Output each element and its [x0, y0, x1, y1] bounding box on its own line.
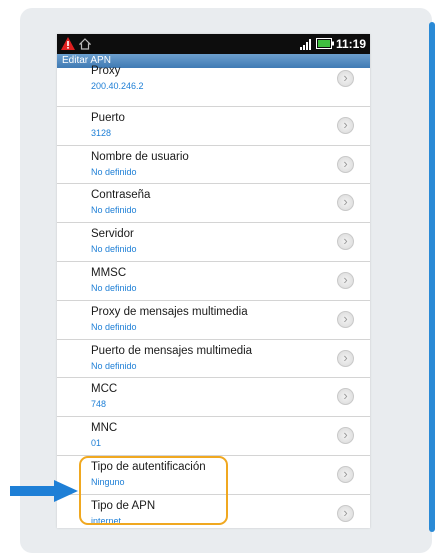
list-item-mnc[interactable]: MNC 01 ›	[57, 417, 370, 456]
chevron-right-icon: ›	[337, 388, 354, 406]
row-value: No definido	[91, 360, 137, 371]
home-icon	[79, 38, 91, 50]
row-value: No definido	[91, 205, 137, 216]
chevron-right-icon: ›	[337, 349, 354, 367]
list-item-mms-proxy[interactable]: Proxy de mensajes multimedia No definido…	[57, 301, 370, 340]
signal-icon	[300, 39, 311, 50]
pointer-arrow-icon	[10, 480, 78, 502]
row-value: No definido	[91, 282, 137, 293]
row-title: MNC	[91, 422, 118, 435]
card-edge-accent	[429, 22, 435, 532]
row-title: MCC	[91, 383, 118, 396]
status-clock: 11:19	[336, 37, 367, 51]
phone-screen: 11:19 Editar APN Proxy 200.40.246.2 › Pu…	[57, 34, 370, 528]
list-item-proxy[interactable]: Proxy 200.40.246.2 ›	[57, 65, 370, 107]
chevron-right-icon: ›	[337, 310, 354, 328]
chevron-right-icon: ›	[337, 194, 354, 212]
list-item-username[interactable]: Nombre de usuario No definido ›	[57, 146, 370, 185]
row-title: Proxy de mensajes multimedia	[91, 305, 248, 318]
row-value: 01	[91, 438, 102, 449]
row-value: 200.40.246.2	[91, 81, 144, 91]
row-value: 748	[91, 399, 107, 410]
row-title: Nombre de usuario	[91, 150, 189, 163]
chevron-right-icon: ›	[337, 155, 354, 173]
warning-icon	[61, 37, 75, 50]
row-title: MMSC	[91, 266, 127, 279]
status-bar: 11:19	[57, 34, 370, 54]
row-title: Proxy	[91, 65, 121, 77]
row-title: Contraseña	[91, 189, 151, 202]
chevron-right-icon: ›	[337, 116, 354, 134]
battery-icon	[316, 38, 334, 49]
chevron-right-icon: ›	[337, 233, 354, 251]
list-item-mms-port[interactable]: Puerto de mensajes multimedia No definid…	[57, 340, 370, 379]
row-value: 3128	[91, 127, 112, 138]
row-title: Servidor	[91, 228, 134, 241]
row-value: No definido	[91, 166, 137, 177]
list-item-mmsc[interactable]: MMSC No definido ›	[57, 262, 370, 301]
list-item-mcc[interactable]: MCC 748 ›	[57, 378, 370, 418]
row-title: Puerto de mensajes multimedia	[91, 344, 253, 357]
chevron-right-icon: ›	[337, 70, 354, 87]
chevron-right-icon: ›	[337, 465, 354, 483]
chevron-right-icon: ›	[337, 427, 354, 445]
chevron-right-icon: ›	[337, 504, 354, 522]
chevron-right-icon: ›	[337, 271, 354, 289]
row-title: Puerto	[91, 111, 125, 124]
list-item-server[interactable]: Servidor No definido ›	[57, 223, 370, 262]
list-item-password[interactable]: Contraseña No definido ›	[57, 184, 370, 224]
highlight-box	[79, 456, 228, 525]
row-value: No definido	[91, 321, 137, 332]
list-item-puerto[interactable]: Puerto 3128 ›	[57, 107, 370, 146]
row-value: No definido	[91, 244, 137, 255]
